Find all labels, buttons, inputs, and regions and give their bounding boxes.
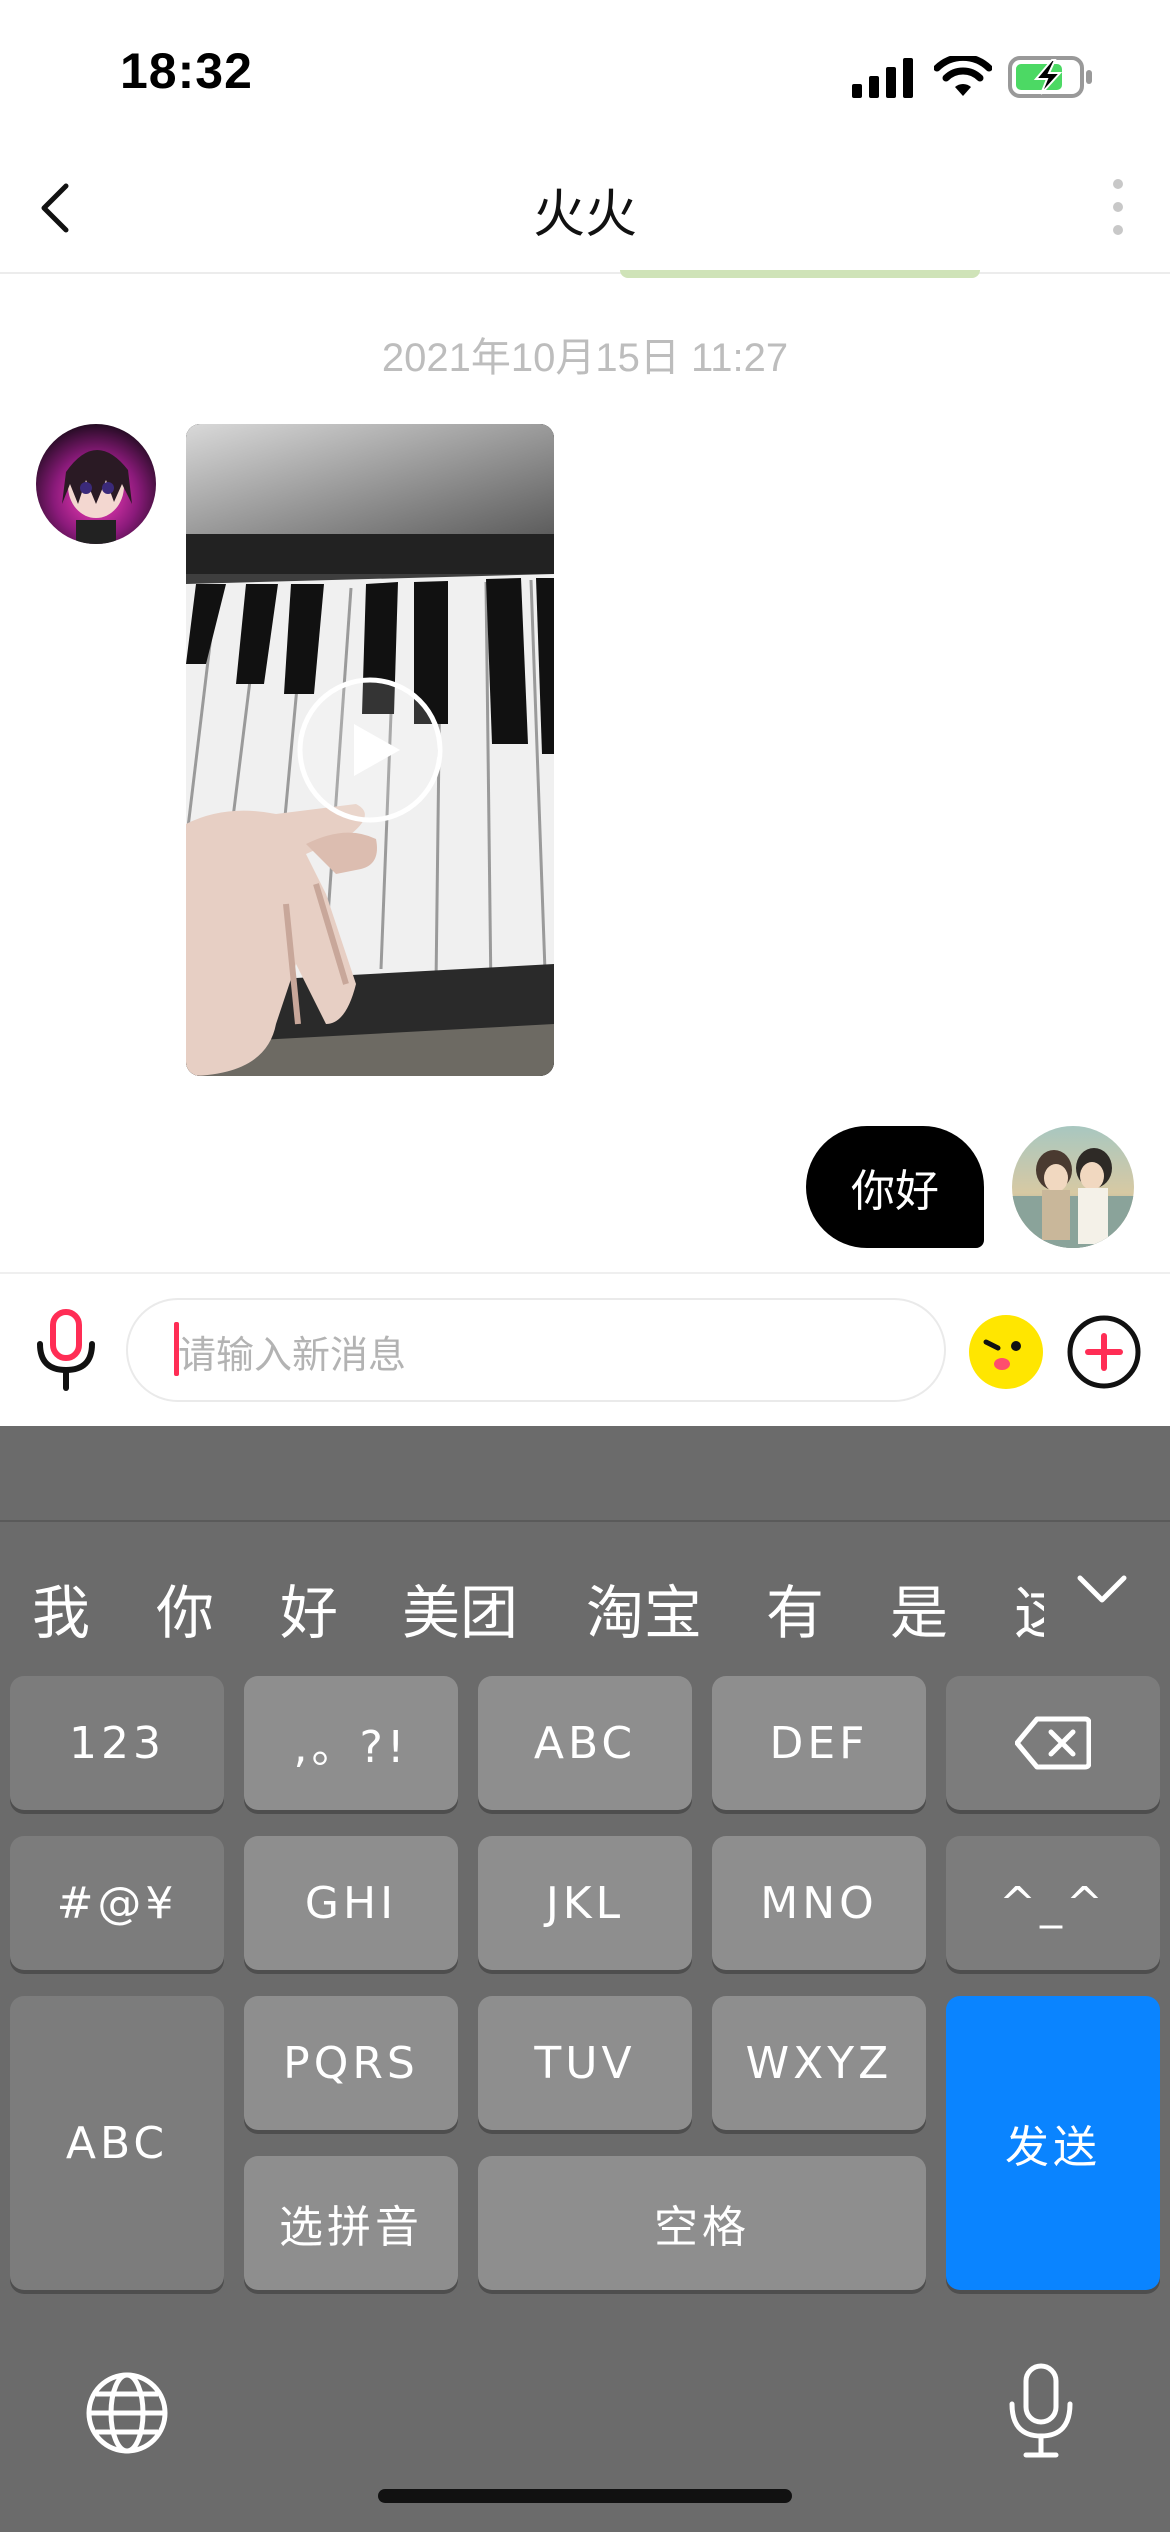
candidate-word[interactable]: 你 bbox=[156, 1566, 214, 1650]
key-emoticon[interactable]: ^_^ bbox=[946, 1836, 1160, 1970]
contact-avatar[interactable] bbox=[36, 424, 156, 544]
more-icon[interactable] bbox=[1104, 174, 1132, 240]
key-wxyz[interactable]: WXYZ bbox=[712, 1996, 926, 2130]
candidate-word-clipped[interactable]: 这 bbox=[1014, 1560, 1044, 1640]
key-pqrs[interactable]: PQRS bbox=[244, 1996, 458, 2130]
play-icon[interactable] bbox=[296, 676, 444, 824]
battery-icon bbox=[1008, 56, 1092, 98]
plus-icon[interactable] bbox=[1066, 1314, 1142, 1390]
wifi-icon bbox=[934, 56, 992, 96]
candidate-divider bbox=[0, 1520, 1170, 1522]
candidate-word[interactable]: 淘宝 bbox=[586, 1566, 702, 1650]
candidate-word[interactable]: 有 bbox=[766, 1566, 824, 1650]
candidate-word[interactable]: 我 bbox=[32, 1566, 90, 1650]
key-punctuation[interactable]: ,。?! bbox=[244, 1676, 458, 1810]
signal-icon bbox=[852, 58, 913, 98]
collapse-icon[interactable] bbox=[1076, 1572, 1128, 1606]
input-divider bbox=[0, 1272, 1170, 1274]
self-avatar[interactable] bbox=[1012, 1126, 1134, 1248]
key-abc-switch[interactable]: ABC bbox=[10, 1996, 224, 2290]
key-jkl[interactable]: JKL bbox=[478, 1836, 692, 1970]
emoji-icon[interactable] bbox=[968, 1314, 1044, 1390]
key-abc[interactable]: ABC bbox=[478, 1676, 692, 1810]
key-space[interactable]: 空格 bbox=[478, 2156, 926, 2290]
message-input-placeholder: 请输入新消息 bbox=[178, 1333, 407, 1377]
key-symbols[interactable]: #@¥ bbox=[10, 1836, 224, 1970]
key-def[interactable]: DEF bbox=[712, 1676, 926, 1810]
key-123[interactable]: 123 bbox=[10, 1676, 224, 1810]
candidate-word: 这 bbox=[1014, 1579, 1044, 1640]
nav-divider bbox=[0, 272, 1170, 274]
previous-message-edge bbox=[620, 270, 980, 278]
send-button[interactable]: 发送 bbox=[946, 1996, 1160, 2290]
status-time: 18:32 bbox=[120, 43, 253, 99]
dictation-icon[interactable] bbox=[1006, 2362, 1076, 2462]
key-tuv[interactable]: TUV bbox=[478, 1996, 692, 2130]
message-timestamp: 2021年10月15日 11:27 bbox=[381, 336, 789, 380]
delete-icon bbox=[1015, 1716, 1091, 1770]
key-mno[interactable]: MNO bbox=[712, 1836, 926, 1970]
sent-message-bubble[interactable]: 你好 bbox=[806, 1126, 984, 1248]
mic-icon[interactable] bbox=[34, 1308, 98, 1392]
key-delete[interactable] bbox=[946, 1676, 1160, 1810]
key-ghi[interactable]: GHI bbox=[244, 1836, 458, 1970]
candidate-word[interactable]: 好 bbox=[280, 1566, 338, 1650]
globe-icon[interactable] bbox=[84, 2370, 170, 2456]
key-select-pinyin[interactable]: 选拼音 bbox=[244, 2156, 458, 2290]
candidate-word[interactable]: 美团 bbox=[402, 1566, 518, 1650]
home-indicator[interactable] bbox=[378, 2489, 792, 2503]
page-title: 火火 bbox=[532, 185, 637, 245]
candidate-word[interactable]: 是 bbox=[890, 1566, 948, 1650]
